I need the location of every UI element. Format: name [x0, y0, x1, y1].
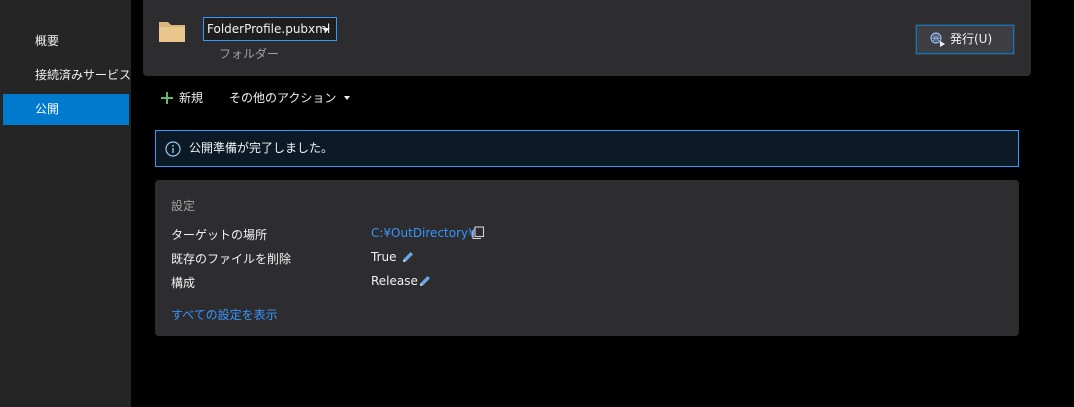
chevron-down-icon: [344, 96, 351, 100]
delete-existing-value: True: [371, 250, 397, 264]
more-actions-dropdown[interactable]: その他のアクション: [229, 86, 351, 110]
configuration-value: Release: [371, 274, 418, 288]
info-icon: [165, 141, 181, 157]
setting-label-delete-existing: 既存のファイルを削除: [171, 252, 292, 266]
settings-card: 設定 ターゲットの場所 C:¥OutDirectory¥ 既存のファイルを削除 …: [155, 180, 1019, 336]
edit-icon[interactable]: [418, 274, 432, 288]
chevron-down-icon: [322, 28, 330, 32]
info-bar: 公開準備が完了しました。: [155, 130, 1019, 167]
show-all-settings-link[interactable]: すべての設定を表示: [171, 306, 278, 323]
folder-icon: [159, 22, 185, 42]
more-actions-label: その他のアクション: [229, 91, 337, 105]
setting-label-target-location: ターゲットの場所: [171, 228, 268, 242]
new-label: 新規: [179, 91, 204, 105]
profile-card: FolderProfile.pubxml フォルダー 発行(U): [143, 0, 1031, 76]
setting-label-configuration: 構成: [171, 276, 196, 290]
main-content: FolderProfile.pubxml フォルダー 発行(U) 新規 その他の…: [131, 0, 1074, 407]
publish-label: 発行(U): [950, 32, 993, 46]
new-profile-button[interactable]: 新規: [157, 86, 203, 110]
publish-icon: [930, 32, 945, 47]
edit-icon[interactable]: [401, 250, 415, 264]
profile-dropdown[interactable]: FolderProfile.pubxml: [203, 17, 337, 41]
info-message: 公開準備が完了しました。: [189, 141, 334, 155]
target-location-link[interactable]: C:¥OutDirectory¥: [371, 226, 476, 240]
plus-icon: [161, 92, 173, 104]
sidebar-item-connected-services[interactable]: 接続済みサービス: [3, 60, 131, 91]
settings-title: 設定: [171, 199, 196, 213]
profile-name: FolderProfile.pubxml: [207, 22, 331, 36]
copy-icon[interactable]: [471, 226, 485, 240]
sidebar-item-publish[interactable]: 公開: [3, 94, 129, 125]
publish-button[interactable]: 発行(U): [915, 24, 1015, 55]
sidebar-item-overview[interactable]: 概要: [3, 26, 129, 57]
profile-type: フォルダー: [219, 47, 280, 61]
sidebar: 概要 接続済みサービス 公開: [0, 0, 131, 407]
